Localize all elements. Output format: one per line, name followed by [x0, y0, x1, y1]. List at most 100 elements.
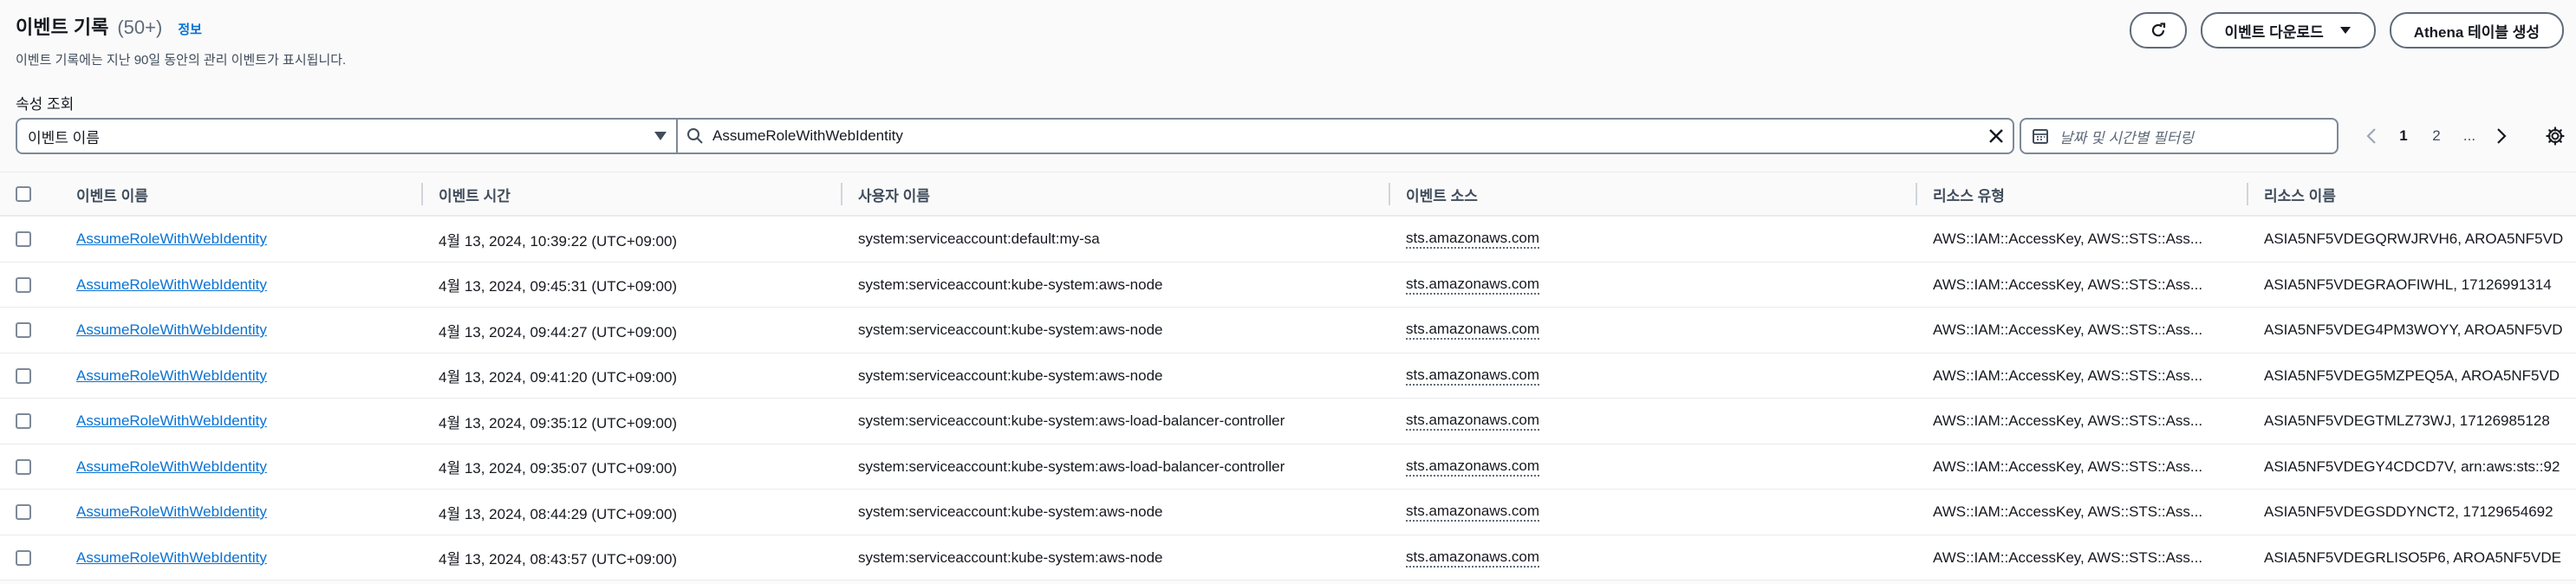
attribute-select[interactable]: 이벤트 이름 [16, 118, 678, 154]
table-row: AssumeRoleWithWebIdentity 4월 13, 2024, 1… [0, 217, 2576, 263]
pagination-ellipsis: ... [2462, 127, 2476, 144]
event-name-link[interactable]: AssumeRoleWithWebIdentity [76, 458, 267, 476]
info-link[interactable]: 정보 [178, 20, 202, 38]
user-name-cell: system:serviceaccount:kube-system:aws-no… [858, 321, 1163, 338]
resource-type-cell: AWS::IAM::AccessKey, AWS::STS::Ass... [1933, 276, 2203, 293]
event-source-text[interactable]: sts.amazonaws.com [1406, 548, 1539, 568]
resource-type-cell: AWS::IAM::AccessKey, AWS::STS::Ass... [1933, 321, 2203, 338]
column-header-label: 리소스 이름 [2264, 187, 2336, 204]
event-name-link[interactable]: AssumeRoleWithWebIdentity [76, 321, 267, 339]
event-source-cell: sts.amazonaws.com [1406, 354, 1909, 399]
table-row: AssumeRoleWithWebIdentity 4월 13, 2024, 0… [0, 535, 2576, 581]
column-header-label: 리소스 유형 [1933, 187, 2005, 204]
pagination: 1 2 ... [2356, 118, 2517, 154]
event-time-cell: 4월 13, 2024, 09:45:31 (UTC+09:00) [439, 278, 678, 295]
table-row: AssumeRoleWithWebIdentity 4월 13, 2024, 0… [0, 399, 2576, 444]
row-checkbox[interactable] [16, 276, 31, 293]
event-source-text[interactable]: sts.amazonaws.com [1406, 321, 1539, 340]
next-page-button[interactable] [2486, 118, 2517, 154]
row-checkbox[interactable] [16, 231, 31, 247]
resource-type-cell: AWS::IAM::AccessKey, AWS::STS::Ass... [1933, 367, 2203, 384]
event-name-link[interactable]: AssumeRoleWithWebIdentity [76, 230, 267, 248]
event-source-text[interactable]: sts.amazonaws.com [1406, 276, 1539, 295]
resource-name-cell: ASIA5NF5VDEGRLISO5P6, AROA5NF5VDE [2264, 548, 2561, 566]
column-divider[interactable] [841, 183, 842, 205]
row-checkbox[interactable] [16, 504, 31, 520]
resource-name-cell: ASIA5NF5VDEG4PM3WOYY, AROA5NF5VD [2264, 321, 2563, 338]
search-input-value: AssumeRoleWithWebIdentity [712, 127, 903, 144]
page-1-button[interactable]: 1 [2387, 118, 2420, 154]
column-header-label: 이벤트 시간 [439, 187, 511, 204]
chevron-left-icon [2366, 128, 2376, 144]
event-name-cell: AssumeRoleWithWebIdentity [76, 399, 406, 444]
event-source-cell: sts.amazonaws.com [1406, 535, 1909, 581]
select-all-checkbox[interactable] [16, 186, 31, 202]
event-source-text[interactable]: sts.amazonaws.com [1406, 367, 1539, 386]
column-header-user-name[interactable]: 사용자 이름 [841, 172, 1369, 216]
table-row: AssumeRoleWithWebIdentity 4월 13, 2024, 0… [0, 490, 2576, 535]
column-header-resource-name[interactable]: 리소스 이름 [2247, 172, 2576, 216]
event-name-link[interactable]: AssumeRoleWithWebIdentity [76, 549, 267, 567]
resource-type-cell: AWS::IAM::AccessKey, AWS::STS::Ass... [1933, 503, 2203, 520]
column-header-event-name[interactable]: 이벤트 이름 [76, 172, 406, 216]
row-checkbox[interactable] [16, 549, 31, 566]
event-count: (50+) [117, 16, 163, 38]
caret-down-icon [654, 132, 667, 140]
event-source-text[interactable]: sts.amazonaws.com [1406, 412, 1539, 431]
event-source-text[interactable]: sts.amazonaws.com [1406, 457, 1539, 477]
preferences-button[interactable] [2540, 118, 2571, 154]
search-input[interactable]: AssumeRoleWithWebIdentity [676, 118, 2014, 154]
filter-row: 이벤트 이름 AssumeRoleWithWebIdentity 날짜 및 시간… [16, 118, 2565, 154]
download-events-button[interactable]: 이벤트 다운로드 [2200, 12, 2376, 49]
column-divider[interactable] [2247, 183, 2248, 205]
event-name-cell: AssumeRoleWithWebIdentity [76, 263, 406, 308]
row-checkbox[interactable] [16, 413, 31, 429]
event-time-cell: 4월 13, 2024, 09:35:07 (UTC+09:00) [439, 460, 678, 477]
date-filter-input[interactable]: 날짜 및 시간별 필터링 [2020, 118, 2339, 154]
event-source-text[interactable]: sts.amazonaws.com [1406, 503, 1539, 522]
row-checkbox[interactable] [16, 458, 31, 475]
event-name-cell: AssumeRoleWithWebIdentity [76, 490, 406, 535]
refresh-icon [2151, 23, 2165, 37]
page-title: 이벤트 기록 [16, 16, 109, 38]
clear-icon[interactable] [1987, 127, 2006, 146]
user-name-cell: system:serviceaccount:kube-system:aws-no… [858, 276, 1163, 293]
event-time-cell: 4월 13, 2024, 08:44:29 (UTC+09:00) [439, 505, 678, 522]
create-athena-table-label: Athena 테이블 생성 [2413, 23, 2540, 41]
row-checkbox[interactable] [16, 367, 31, 384]
column-header-label: 사용자 이름 [858, 187, 930, 204]
event-name-cell: AssumeRoleWithWebIdentity [76, 444, 406, 490]
refresh-button[interactable] [2129, 12, 2187, 49]
previous-page-button[interactable] [2356, 118, 2387, 154]
row-checkbox[interactable] [16, 322, 31, 338]
resource-name-cell: ASIA5NF5VDEGSDDYNCT2, 17129654692 [2264, 503, 2553, 520]
event-source-cell: sts.amazonaws.com [1406, 263, 1909, 308]
event-source-text[interactable]: sts.amazonaws.com [1406, 230, 1539, 249]
user-name-cell: system:serviceaccount:kube-system:aws-no… [858, 548, 1163, 566]
lookup-attributes-label: 속성 조회 [16, 96, 75, 113]
resource-type-cell: AWS::IAM::AccessKey, AWS::STS::Ass... [1933, 230, 2203, 247]
table-body: AssumeRoleWithWebIdentity 4월 13, 2024, 1… [0, 217, 2576, 581]
download-events-label: 이벤트 다운로드 [2224, 23, 2324, 41]
event-name-link[interactable]: AssumeRoleWithWebIdentity [76, 503, 267, 521]
caret-down-icon [2339, 27, 2351, 34]
event-name-link[interactable]: AssumeRoleWithWebIdentity [76, 412, 267, 430]
create-athena-table-button[interactable]: Athena 테이블 생성 [2389, 12, 2564, 49]
resource-name-cell: ASIA5NF5VDEGTMLZ73WJ, 17126985128 [2264, 412, 2550, 429]
event-name-link[interactable]: AssumeRoleWithWebIdentity [76, 276, 267, 294]
search-icon [687, 128, 703, 144]
resource-type-cell: AWS::IAM::AccessKey, AWS::STS::Ass... [1933, 457, 2203, 475]
table-row: AssumeRoleWithWebIdentity 4월 13, 2024, 0… [0, 308, 2576, 354]
column-divider[interactable] [1916, 183, 1917, 205]
column-header-event-source[interactable]: 이벤트 소스 [1389, 172, 1909, 216]
page-2-button[interactable]: 2 [2420, 118, 2453, 154]
column-header-resource-type[interactable]: 리소스 유형 [1916, 172, 2219, 216]
resource-type-cell: AWS::IAM::AccessKey, AWS::STS::Ass... [1933, 412, 2203, 429]
column-divider[interactable] [421, 183, 423, 205]
column-header-event-time[interactable]: 이벤트 시간 [421, 172, 820, 216]
column-divider[interactable] [1389, 183, 1390, 205]
event-source-cell: sts.amazonaws.com [1406, 399, 1909, 444]
event-name-link[interactable]: AssumeRoleWithWebIdentity [76, 367, 267, 385]
resource-type-cell: AWS::IAM::AccessKey, AWS::STS::Ass... [1933, 548, 2203, 566]
column-header-label: 이벤트 소스 [1406, 187, 1478, 204]
